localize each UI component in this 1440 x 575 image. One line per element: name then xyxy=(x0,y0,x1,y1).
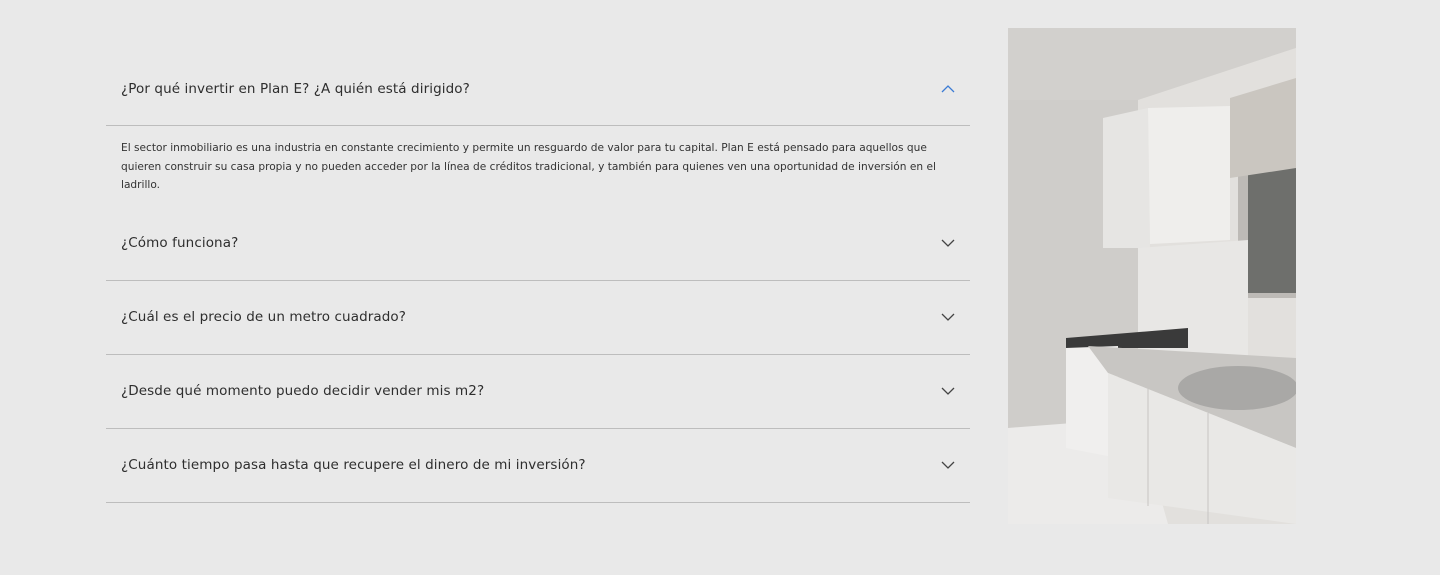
faq-item: ¿Cuánto tiempo pasa hasta que recupere e… xyxy=(106,429,970,503)
chevron-down-icon xyxy=(941,236,955,250)
faq-answer: El sector inmobiliario es una industria … xyxy=(106,125,970,207)
chevron-down-icon xyxy=(941,310,955,324)
faq-question-button[interactable]: ¿Desde qué momento puedo decidir vender … xyxy=(106,355,970,428)
chevron-up-icon xyxy=(941,82,955,96)
chevron-down-icon xyxy=(941,458,955,472)
faq-question: ¿Cómo funciona? xyxy=(121,235,239,251)
faq-item: ¿Desde qué momento puedo decidir vender … xyxy=(106,355,970,429)
faq-question-button[interactable]: ¿Por qué invertir en Plan E? ¿A quién es… xyxy=(106,52,970,125)
faq-accordion: ¿Por qué invertir en Plan E? ¿A quién es… xyxy=(106,52,970,503)
faq-item: ¿Cuál es el precio de un metro cuadrado? xyxy=(106,281,970,355)
faq-question: ¿Cuánto tiempo pasa hasta que recupere e… xyxy=(121,457,586,473)
chevron-down-icon xyxy=(941,384,955,398)
faq-question-button[interactable]: ¿Cómo funciona? xyxy=(106,207,970,280)
faq-item: ¿Por qué invertir en Plan E? ¿A quién es… xyxy=(106,52,970,207)
faq-question: ¿Por qué invertir en Plan E? ¿A quién es… xyxy=(121,80,470,97)
faq-question: ¿Desde qué momento puedo decidir vender … xyxy=(121,383,485,399)
faq-question-button[interactable]: ¿Cuál es el precio de un metro cuadrado? xyxy=(106,281,970,354)
kitchen-photo xyxy=(1008,28,1296,524)
faq-item: ¿Cómo funciona? xyxy=(106,207,970,281)
faq-question: ¿Cuál es el precio de un metro cuadrado? xyxy=(121,309,407,325)
faq-question-button[interactable]: ¿Cuánto tiempo pasa hasta que recupere e… xyxy=(106,429,970,502)
